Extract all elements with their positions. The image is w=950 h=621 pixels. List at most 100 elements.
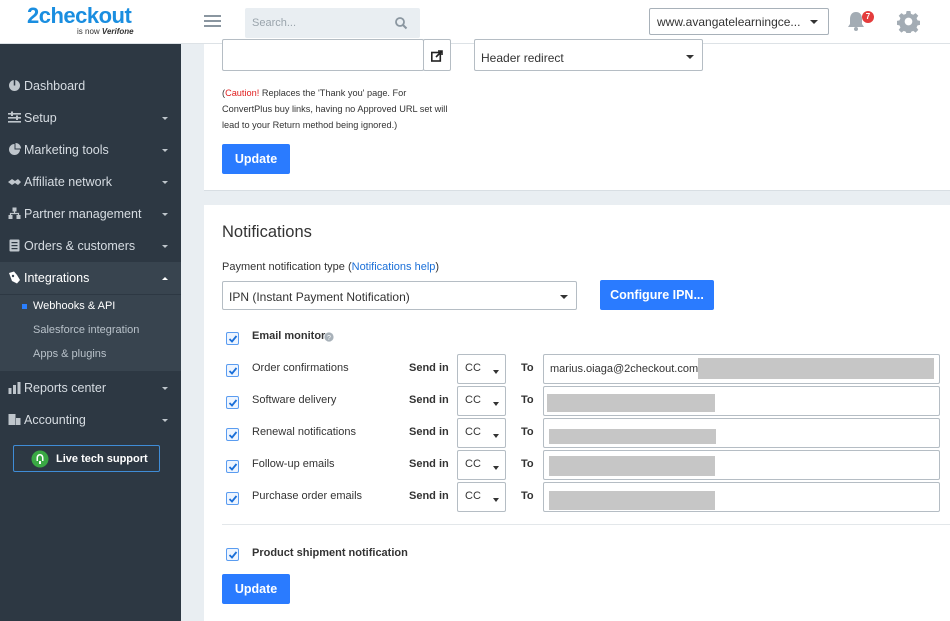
payment-notification-value: IPN (Instant Payment Notification) xyxy=(229,290,410,304)
email-value: marius.oiaga@2checkout.com xyxy=(550,363,699,375)
accounting-icon xyxy=(8,414,21,425)
purchase-order-emails-mode-select[interactable]: CC xyxy=(457,482,506,512)
chevron-down-icon xyxy=(162,419,168,422)
chevron-down-icon xyxy=(686,55,694,59)
sidebar-item-dashboard[interactable]: Dashboard xyxy=(0,70,181,102)
mode-value: CC xyxy=(465,362,481,374)
purchase-order-emails-email-input[interactable] xyxy=(543,482,940,512)
chevron-down-icon xyxy=(493,370,499,374)
redacted-area xyxy=(549,429,716,444)
live-tech-support-label: Live tech support xyxy=(56,453,148,465)
account-select[interactable]: www.avangatelearningce... xyxy=(649,8,829,35)
checkmark-icon xyxy=(228,551,238,559)
gear-icon[interactable] xyxy=(897,10,920,33)
setup-icon xyxy=(8,111,21,123)
redacted-area xyxy=(549,456,715,476)
order-confirmations-mode-select[interactable]: CC xyxy=(457,354,506,384)
software-delivery-checkbox[interactable] xyxy=(226,396,239,409)
renewal-notifications-checkbox[interactable] xyxy=(226,428,239,441)
chevron-down-icon xyxy=(493,402,499,406)
to-label: To xyxy=(521,426,534,438)
notifications-help-link[interactable]: Notifications help xyxy=(352,261,436,273)
dashboard-icon xyxy=(9,80,20,91)
to-label: To xyxy=(521,394,534,406)
chevron-down-icon xyxy=(162,117,168,120)
sidebar-item-orders-customers[interactable]: Orders & customers xyxy=(0,230,181,262)
renewal-notifications-mode-select[interactable]: CC xyxy=(457,418,506,448)
orders-icon xyxy=(9,239,20,252)
follow-up-emails-label: Follow-up emails xyxy=(252,458,335,470)
order-confirmations-label: Order confirmations xyxy=(252,362,349,374)
follow-up-emails-checkbox[interactable] xyxy=(226,460,239,473)
sidebar-subitem-salesforce[interactable]: Salesforce integration xyxy=(33,324,139,336)
logo[interactable]: 2checkout is now Verifone xyxy=(27,3,157,41)
sidebar-subitem-apps-plugins[interactable]: Apps & plugins xyxy=(33,348,106,360)
sidebar-item-setup[interactable]: Setup xyxy=(0,102,181,134)
software-delivery-email-input[interactable] xyxy=(543,386,940,416)
send-in-label: Send in xyxy=(409,362,449,374)
logo-subtitle: is now Verifone xyxy=(77,27,134,36)
product-shipment-label: Product shipment notification xyxy=(252,547,408,559)
notifications-panel: Notifications Payment notification type … xyxy=(204,205,950,621)
sidebar-item-affiliate-network[interactable]: Affiliate network xyxy=(0,166,181,198)
product-shipment-checkbox[interactable] xyxy=(226,548,239,561)
payment-notification-select[interactable]: IPN (Instant Payment Notification) xyxy=(222,281,577,310)
sidebar-item-label: Marketing tools xyxy=(24,143,109,157)
email-monitor-checkbox[interactable] xyxy=(226,332,239,345)
checkmark-icon xyxy=(228,367,238,375)
sidebar-item-label: Affiliate network xyxy=(24,175,113,189)
search-icon[interactable] xyxy=(394,16,408,30)
menu-toggle-icon[interactable] xyxy=(204,15,221,28)
sidebar-subitem-webhooks-api[interactable]: Webhooks & API xyxy=(33,300,115,312)
redacted-area xyxy=(547,394,715,412)
return-url-input[interactable] xyxy=(222,39,424,71)
purchase-order-emails-checkbox[interactable] xyxy=(226,492,239,505)
chevron-down-icon xyxy=(810,20,818,24)
sidebar-item-label: Dashboard xyxy=(24,79,86,93)
sidebar-item-accounting[interactable]: Accounting xyxy=(0,404,181,436)
chevron-down-icon xyxy=(162,387,168,390)
order-confirmations-email-input[interactable]: marius.oiaga@2checkout.com xyxy=(543,354,940,384)
checkmark-icon xyxy=(228,399,238,407)
sidebar-item-partner-management[interactable]: Partner management xyxy=(0,198,181,230)
help-icon[interactable]: ? xyxy=(324,332,334,342)
renewal-notifications-email-input[interactable] xyxy=(543,418,940,448)
renewal-notifications-label: Renewal notifications xyxy=(252,426,356,438)
follow-up-emails-email-input[interactable] xyxy=(543,450,940,480)
return-method-select[interactable]: Header redirect xyxy=(474,39,703,71)
configure-ipn-button[interactable]: Configure IPN... xyxy=(600,280,714,310)
notification-badge: 7 xyxy=(862,11,874,23)
top-bar: 2checkout is now Verifone www.avangatele… xyxy=(0,0,950,44)
chevron-down-icon xyxy=(162,213,168,216)
open-url-button[interactable] xyxy=(423,39,451,71)
redacted-area xyxy=(698,358,934,379)
caution-word: Caution! xyxy=(225,88,260,98)
notifications-title: Notifications xyxy=(222,223,312,241)
marketing-icon xyxy=(9,143,21,155)
sidebar-item-reports-center[interactable]: Reports center xyxy=(0,372,181,404)
to-label: To xyxy=(521,362,534,374)
follow-up-emails-mode-select[interactable]: CC xyxy=(457,450,506,480)
sidebar-item-integrations[interactable]: Integrations xyxy=(0,262,181,294)
chevron-down-icon xyxy=(493,434,499,438)
chevron-down-icon xyxy=(162,245,168,248)
sidebar-item-marketing-tools[interactable]: Marketing tools xyxy=(0,134,181,166)
live-tech-support-button[interactable]: Live tech support xyxy=(13,445,160,472)
sidebar-item-label: Integrations xyxy=(24,271,90,285)
search-input[interactable] xyxy=(245,8,395,38)
send-in-label: Send in xyxy=(409,490,449,502)
chevron-down-icon xyxy=(493,498,499,502)
order-confirmations-checkbox[interactable] xyxy=(226,364,239,377)
chevron-up-icon xyxy=(162,277,168,280)
search-box xyxy=(245,8,420,38)
update-return-button[interactable]: Update xyxy=(222,144,290,174)
payment-label-text: Payment notification type ( xyxy=(222,261,352,273)
send-in-label: Send in xyxy=(409,394,449,406)
chevron-down-icon xyxy=(560,295,568,299)
mode-value: CC xyxy=(465,394,481,406)
software-delivery-mode-select[interactable]: CC xyxy=(457,386,506,416)
return-method-panel: Header redirect (Caution! Replaces the '… xyxy=(204,39,950,191)
support-icon xyxy=(31,450,49,468)
payment-label-close: ) xyxy=(435,261,440,273)
update-notifications-button[interactable]: Update xyxy=(222,574,290,604)
